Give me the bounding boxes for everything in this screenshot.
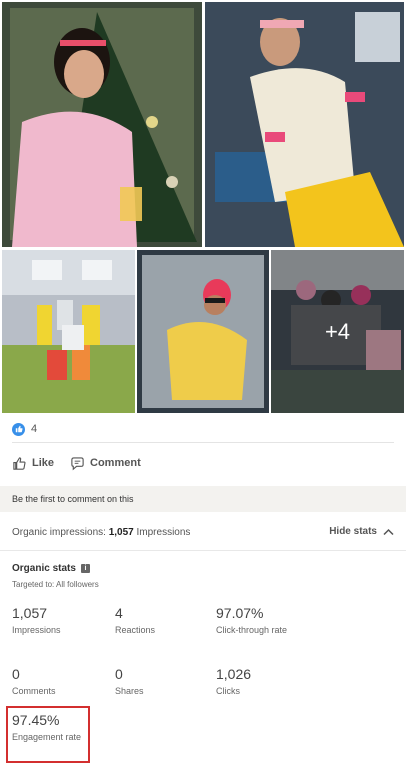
- comment-label: Comment: [90, 457, 141, 469]
- like-reaction-icon: [12, 422, 25, 436]
- stat-value: 0: [12, 666, 20, 682]
- photo-grid: +4: [0, 0, 406, 414]
- stat-value: 4: [115, 605, 123, 621]
- stat-clicks: 1,026 Clicks: [216, 666, 316, 697]
- photo-1[interactable]: [2, 2, 202, 247]
- photo-5-more[interactable]: +4: [271, 250, 404, 413]
- organic-stats-heading: Organic stats: [12, 563, 76, 574]
- stat-shares: 0 Shares: [115, 666, 215, 697]
- stat-value: 0: [115, 666, 123, 682]
- photo-3[interactable]: [2, 250, 135, 413]
- stat-label: Reactions: [115, 625, 156, 635]
- stat-reactions: 4 Reactions: [115, 605, 215, 636]
- first-comment-text: Be the first to comment on this: [12, 494, 134, 504]
- first-comment-bar[interactable]: Be the first to comment on this: [0, 486, 406, 512]
- hide-stats-label: Hide stats: [329, 526, 377, 537]
- stat-label: Shares: [115, 686, 144, 696]
- comment-button[interactable]: Comment: [70, 456, 141, 471]
- info-icon[interactable]: i: [80, 564, 90, 573]
- post-actions: Like Comment: [12, 452, 141, 474]
- photo-4[interactable]: [137, 250, 269, 413]
- hide-stats-button[interactable]: Hide stats: [329, 526, 394, 537]
- thumbs-up-icon: [13, 456, 26, 470]
- divider: [12, 442, 394, 443]
- impressions-suffix: Impressions: [133, 527, 191, 538]
- stat-label: Comments: [12, 686, 56, 696]
- stat-value: 97.07%: [216, 605, 264, 621]
- organic-stats-title: Organic stats i: [12, 563, 90, 574]
- stat-impressions: 1,057 Impressions: [12, 605, 112, 636]
- stat-value: 1,057: [12, 605, 48, 621]
- impressions-summary: Organic impressions: 1,057 Impressions: [12, 527, 190, 538]
- stat-label: Click-through rate: [216, 625, 288, 635]
- comment-icon: [71, 456, 84, 470]
- stat-label: Clicks: [216, 686, 240, 696]
- like-label: Like: [32, 457, 55, 469]
- targeting-text: Targeted to: All followers: [12, 580, 99, 589]
- impressions-bar: Organic impressions: 1,057 Impressions H…: [0, 514, 406, 551]
- impressions-prefix: Organic impressions:: [12, 527, 109, 538]
- reactions-summary[interactable]: 4: [12, 420, 37, 438]
- stat-click-through-rate: 97.07% Click-through rate: [216, 605, 296, 636]
- stat-label: Impressions: [12, 625, 61, 635]
- more-photos-overlay[interactable]: +4: [271, 250, 404, 413]
- like-button[interactable]: Like: [12, 456, 54, 471]
- chevron-up-icon: [383, 528, 394, 535]
- highlight-box: [6, 706, 90, 763]
- impressions-count: 1,057: [108, 527, 134, 538]
- photo-2[interactable]: [205, 2, 404, 247]
- stat-value: 1,026: [216, 666, 252, 682]
- reaction-count: 4: [31, 423, 38, 435]
- stat-comments: 0 Comments: [12, 666, 112, 697]
